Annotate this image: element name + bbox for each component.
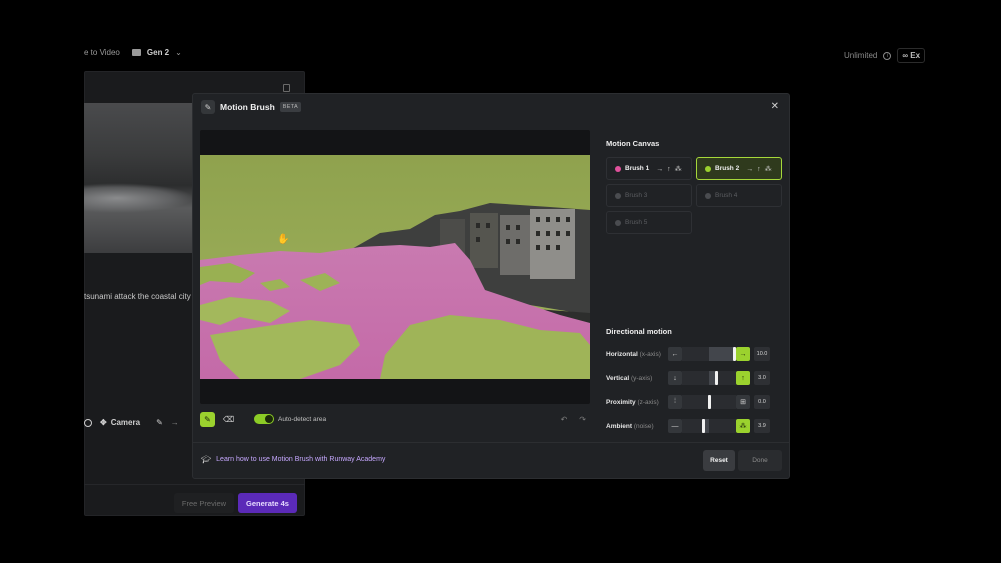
camera-move-icon: ✥	[100, 418, 107, 427]
brush-4-card[interactable]: Brush 4	[696, 184, 782, 207]
directional-motion-title: Directional motion	[606, 327, 672, 336]
breadcrumb-item-video[interactable]: e to Video	[84, 48, 120, 57]
motion-canvas-title: Motion Canvas	[606, 139, 660, 148]
brush-color-dot	[615, 192, 621, 199]
divider	[84, 484, 305, 485]
brush-tool-icon[interactable]: ✎	[200, 411, 215, 427]
brush-color-dot	[705, 165, 711, 172]
motion-brush-icon[interactable]: ✎	[156, 418, 163, 427]
input-image-thumbnail	[84, 103, 194, 253]
chevron-down-icon[interactable]: ⌄	[175, 48, 182, 57]
graduation-cap-icon: 🎓︎	[201, 455, 212, 464]
brush-toolbar: ✎ ⌫ Auto-detect area ↶ ↷	[200, 410, 590, 428]
brush-label: Brush 3	[625, 192, 648, 199]
undo-icon[interactable]: ↶	[561, 415, 568, 424]
brush-5-card[interactable]: Brush 5	[606, 211, 692, 234]
proximity-value[interactable]: 0.0	[754, 395, 770, 409]
brush-label: Brush 1	[625, 165, 650, 172]
arrow-left-icon[interactable]: ←	[668, 347, 682, 361]
eraser-icon[interactable]: ⌫	[221, 412, 236, 427]
brush-label: Brush 2	[715, 165, 740, 172]
beta-badge: BETA	[279, 102, 301, 112]
vertical-value[interactable]: 3.0	[754, 371, 770, 385]
export-button[interactable]: ∞ Ex	[897, 48, 926, 63]
painted-frame	[200, 155, 590, 379]
generate-button[interactable]: Generate 4s	[238, 493, 297, 513]
brush-color-dot	[615, 219, 621, 226]
brush-motion-icons: → ↑ ⁂	[746, 165, 773, 173]
generation-toolbar: ✥ Camera ✎ →	[84, 418, 179, 427]
brush-2-card[interactable]: Brush 2 → ↑ ⁂	[696, 157, 782, 180]
brush-icon: ✎	[201, 100, 215, 114]
prompt-text[interactable]: tsunami attack the coastal city	[84, 292, 191, 301]
horizontal-value[interactable]: 10.0	[754, 347, 770, 361]
breadcrumb-item-folder[interactable]: Gen 2	[147, 48, 169, 57]
proximity-motion-row: Proximity (z-axis) ⦙ ⊞ 0.0	[606, 394, 782, 410]
vertical-slider[interactable]	[682, 371, 736, 385]
modal-title: Motion Brush	[220, 102, 275, 112]
vertical-motion-row: Vertical (y-axis) ↓ ↑ 3.0	[606, 370, 782, 386]
brush-1-card[interactable]: Brush 1 → ↑ ⁂	[606, 157, 692, 180]
noise-icon[interactable]: ⁂	[736, 419, 750, 433]
auto-detect-label: Auto-detect area	[278, 415, 327, 423]
horizontal-motion-row: Horizontal (x-axis) ← → 10.0	[606, 346, 782, 362]
breadcrumb: e to Video Gen 2 ⌄	[84, 48, 182, 57]
motion-label: Proximity (z-axis)	[606, 398, 659, 406]
cursor-icon: ✋	[277, 234, 290, 245]
horizontal-slider[interactable]	[682, 347, 736, 361]
plan-status: Unlimited i ∞ Ex	[844, 48, 926, 63]
brush-color-dot	[705, 192, 711, 199]
palette-icon[interactable]	[84, 418, 92, 427]
ambient-slider[interactable]	[682, 419, 736, 433]
brush-label: Brush 4	[715, 192, 738, 199]
arrow-right-icon: →	[170, 418, 179, 427]
motion-label: Horizontal (x-axis)	[606, 350, 661, 358]
divider	[193, 442, 789, 443]
motion-label: Ambient (noise)	[606, 422, 654, 430]
motion-brush-modal: ✎ Motion Brush BETA ✕ ✋ ✎ ⌫ Auto-detect …	[192, 93, 790, 479]
trash-icon[interactable]	[283, 84, 290, 92]
arrow-right-icon[interactable]: →	[736, 347, 750, 361]
brush-motion-icons: → ↑ ⁂	[656, 165, 683, 173]
modal-header: ✎ Motion Brush BETA ✕	[193, 94, 789, 120]
minus-icon[interactable]: —	[668, 419, 682, 433]
close-icon[interactable]: ✕	[771, 101, 779, 112]
arrow-down-icon[interactable]: ↓	[668, 371, 682, 385]
done-button[interactable]: Done	[738, 450, 782, 471]
ambient-value[interactable]: 3.9	[754, 419, 770, 433]
reset-button[interactable]: Reset	[703, 450, 735, 471]
brush-label: Brush 5	[625, 219, 648, 226]
motion-label: Vertical (y-axis)	[606, 374, 653, 382]
arrow-up-icon[interactable]: ↑	[736, 371, 750, 385]
brush-3-card[interactable]: Brush 3	[606, 184, 692, 207]
zoom-out-icon[interactable]: ⦙	[668, 395, 682, 409]
ambient-motion-row: Ambient (noise) — ⁂ 3.9	[606, 418, 782, 434]
camera-button[interactable]: ✥ Camera	[100, 418, 140, 427]
academy-link[interactable]: 🎓︎ Learn how to use Motion Brush with Ru…	[201, 455, 385, 464]
history-controls: ↶ ↷	[561, 415, 590, 424]
redo-icon[interactable]: ↷	[579, 415, 586, 424]
free-preview-button[interactable]: Free Preview	[174, 493, 234, 513]
zoom-in-icon[interactable]: ⊞	[736, 395, 750, 409]
auto-detect-toggle[interactable]	[254, 414, 274, 424]
motion-canvas[interactable]: ✋	[200, 130, 590, 404]
proximity-slider[interactable]	[682, 395, 736, 409]
plan-label: Unlimited	[844, 51, 878, 60]
folder-icon	[131, 49, 141, 56]
info-icon[interactable]: i	[883, 51, 892, 60]
brush-color-dot	[615, 165, 621, 172]
